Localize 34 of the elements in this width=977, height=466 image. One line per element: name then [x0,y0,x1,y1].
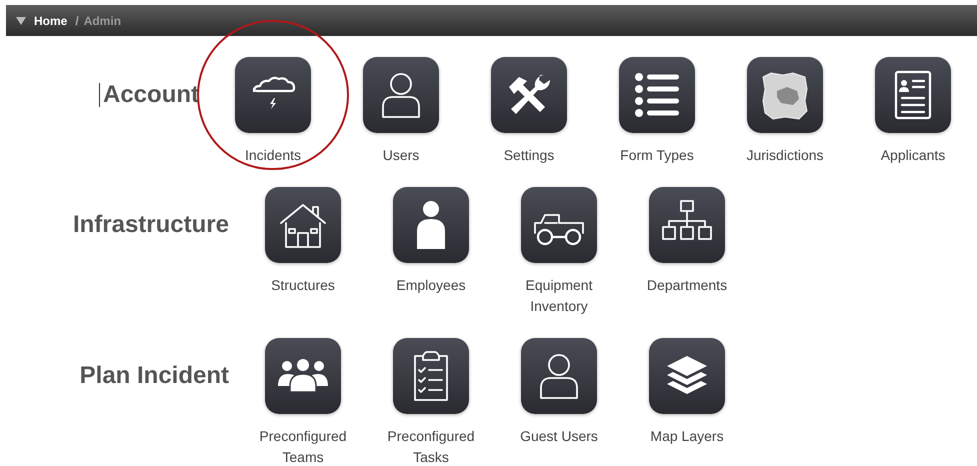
tile-label[interactable]: Preconfigured Teams [248,426,358,466]
breadcrumb-separator: / [75,12,79,30]
tile-label[interactable]: Jurisdictions [730,145,840,166]
tile-label[interactable]: Departments [632,275,742,296]
tile-label[interactable]: Users [346,145,456,166]
app-tile[interactable] [619,57,695,133]
tile-label[interactable]: Form Types [602,145,712,166]
tile-label[interactable]: Map Layers [632,426,742,447]
tile-label[interactable]: Structures [248,275,358,296]
tile-label[interactable]: Settings [474,145,584,166]
tile-label[interactable]: Incidents [218,145,328,166]
app-tile[interactable] [649,187,725,263]
app-tile[interactable] [521,187,597,263]
app-tile[interactable] [747,57,823,133]
tile-label[interactable]: Preconfigured Tasks [376,426,486,466]
app-tile[interactable] [393,187,469,263]
tile-label[interactable]: Employees [376,275,486,296]
app-tile[interactable] [521,338,597,414]
app-tile[interactable] [491,57,567,133]
section-title: Infrastructure [72,210,229,240]
breadcrumb-link[interactable]: Admin [84,12,122,30]
breadcrumb-link[interactable]: Home [34,12,68,30]
app-tile[interactable] [235,57,311,133]
app-tile[interactable] [265,187,341,263]
tile-label[interactable]: Guest Users [504,426,614,447]
tile-label[interactable]: Applicants [858,145,968,166]
app-tile[interactable] [649,338,725,414]
tile-label[interactable]: Equipment Inventory [504,275,614,317]
app-tile[interactable] [265,338,341,414]
app-tile[interactable] [393,338,469,414]
app-tile[interactable] [363,57,439,133]
collapse-triangle-icon[interactable] [16,16,26,24]
app-tile[interactable] [875,57,951,133]
section-title: Plan Incident [80,361,229,391]
